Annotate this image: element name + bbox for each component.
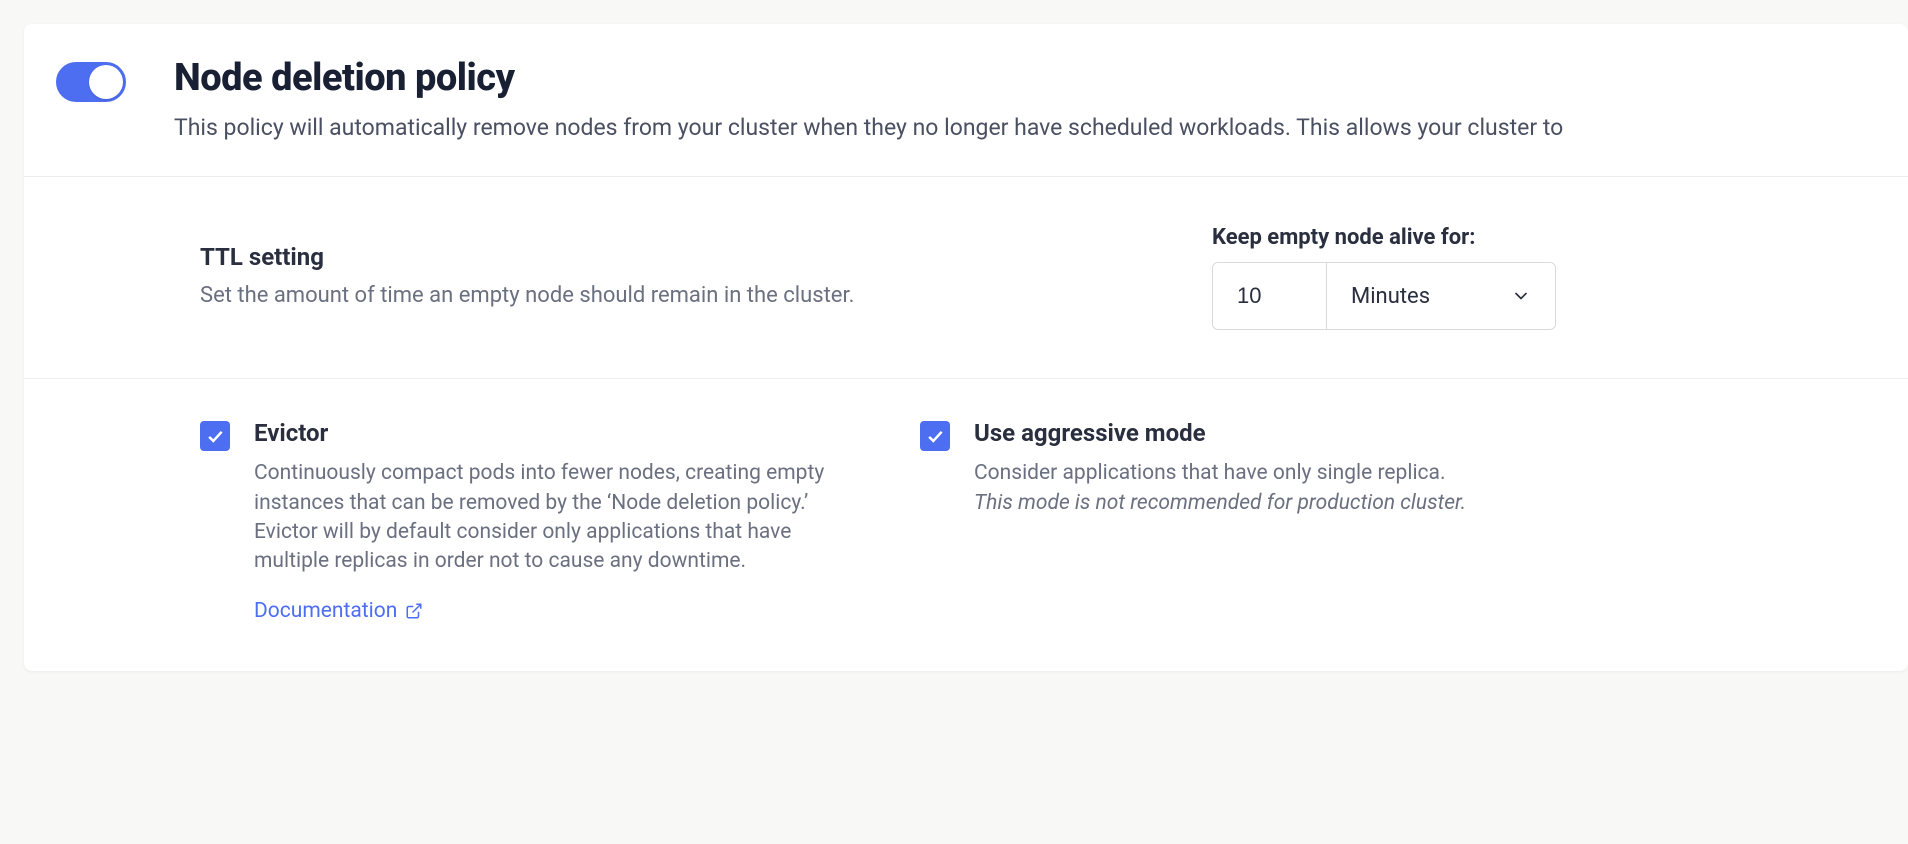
check-icon xyxy=(925,426,945,446)
aggressive-mode-content: Use aggressive mode Consider application… xyxy=(974,419,1876,518)
node-deletion-policy-card: Node deletion policy This policy will au… xyxy=(24,24,1908,671)
aggressive-mode-checkbox[interactable] xyxy=(920,421,950,451)
ttl-title: TTL setting xyxy=(200,243,1164,271)
documentation-link[interactable]: Documentation xyxy=(254,599,423,623)
chevron-down-icon xyxy=(1511,286,1531,306)
evictor-content: Evictor Continuously compact pods into f… xyxy=(254,419,840,623)
ttl-section: TTL setting Set the amount of time an em… xyxy=(24,177,1908,379)
external-link-icon xyxy=(405,602,423,620)
aggressive-mode-desc-line2: This mode is not recommended for product… xyxy=(974,489,1876,518)
aggressive-mode-desc-line1: Consider applications that have only sin… xyxy=(974,461,1446,485)
ttl-description: Set the amount of time an empty node sho… xyxy=(200,281,1164,312)
policy-title: Node deletion policy xyxy=(174,56,1876,100)
aggressive-mode-description: Consider applications that have only sin… xyxy=(974,459,1876,518)
header-text: Node deletion policy This policy will au… xyxy=(174,56,1876,144)
check-icon xyxy=(205,426,225,446)
toggle-knob xyxy=(89,65,123,99)
toggle-container xyxy=(56,56,126,102)
ttl-input-group: Minutes xyxy=(1212,262,1556,330)
ttl-unit-select[interactable]: Minutes xyxy=(1327,263,1555,329)
evictor-title: Evictor xyxy=(254,419,840,447)
documentation-link-text: Documentation xyxy=(254,599,397,623)
evictor-option: Evictor Continuously compact pods into f… xyxy=(200,419,840,623)
options-section: Evictor Continuously compact pods into f… xyxy=(24,379,1908,671)
evictor-description: Continuously compact pods into fewer nod… xyxy=(254,459,840,577)
ttl-value-input[interactable] xyxy=(1213,263,1327,329)
policy-subtitle: This policy will automatically remove no… xyxy=(174,112,1876,144)
evictor-checkbox[interactable] xyxy=(200,421,230,451)
ttl-unit-label: Minutes xyxy=(1351,284,1430,309)
policy-toggle[interactable] xyxy=(56,62,126,102)
aggressive-mode-title: Use aggressive mode xyxy=(974,419,1876,447)
aggressive-mode-option: Use aggressive mode Consider application… xyxy=(920,419,1876,623)
ttl-controls: Keep empty node alive for: Minutes xyxy=(1212,225,1556,330)
ttl-text-block: TTL setting Set the amount of time an em… xyxy=(200,225,1164,312)
ttl-label: Keep empty node alive for: xyxy=(1212,225,1556,250)
card-header: Node deletion policy This policy will au… xyxy=(24,24,1908,177)
